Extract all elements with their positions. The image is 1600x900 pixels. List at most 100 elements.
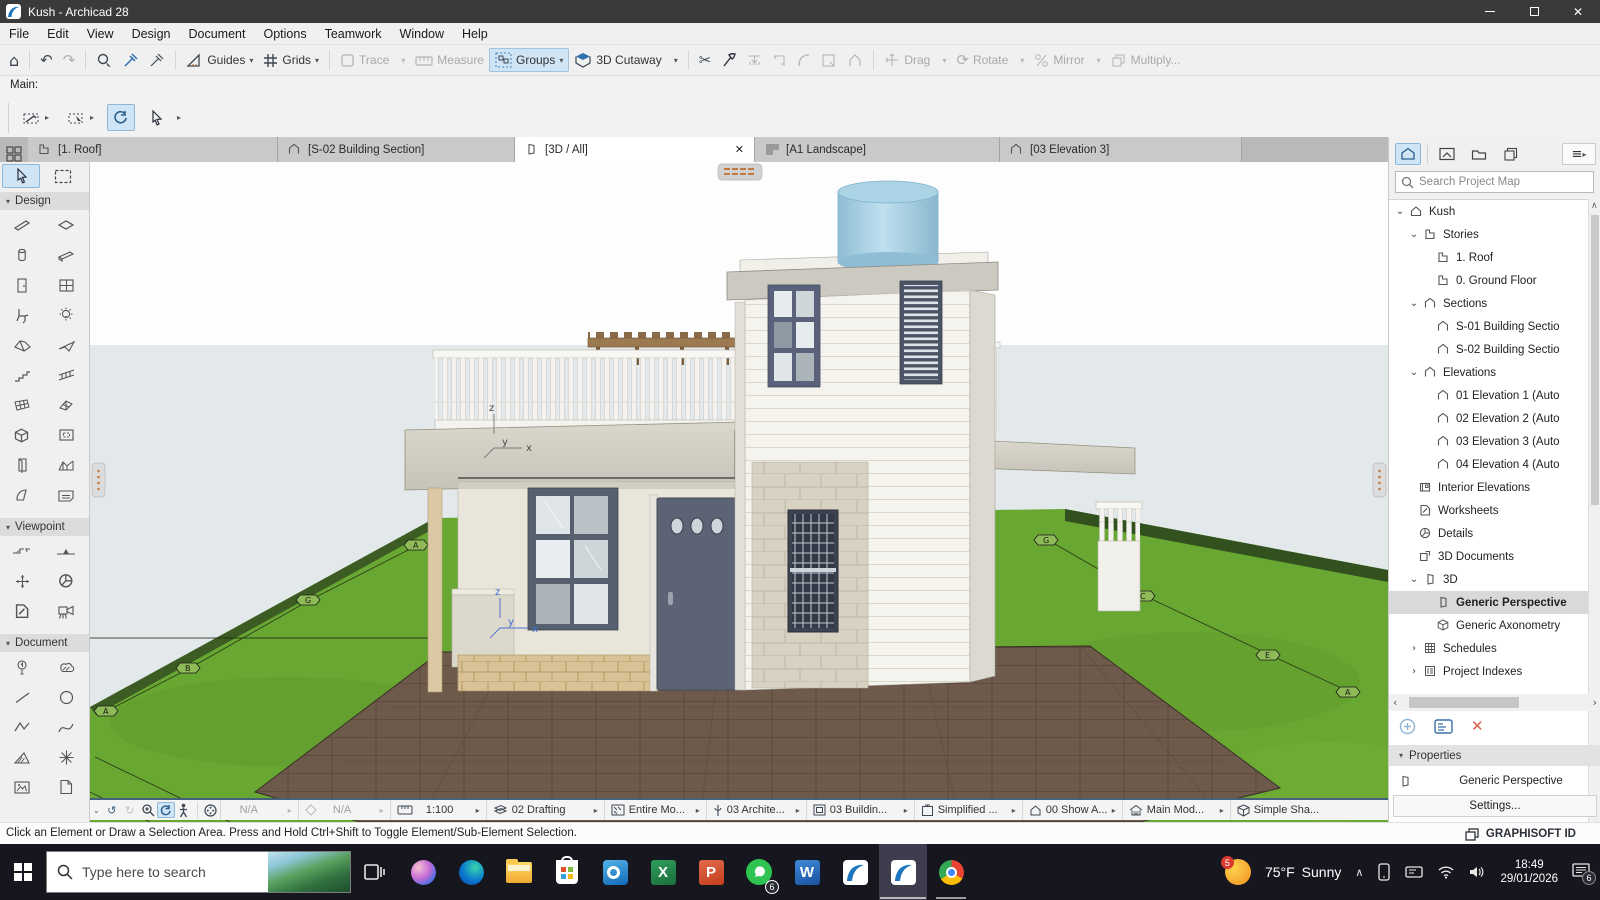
dimension-tool[interactable] bbox=[0, 652, 44, 682]
left-collapse-handle[interactable] bbox=[92, 463, 105, 497]
menu-options[interactable]: Options bbox=[254, 27, 315, 41]
view-map-button[interactable] bbox=[1434, 143, 1460, 165]
tree-item-stories[interactable]: ⌄Stories bbox=[1389, 223, 1589, 246]
search-highlight-image[interactable] bbox=[268, 852, 350, 893]
graphic-override-chip[interactable]: 03 Archite...▸ bbox=[706, 800, 806, 820]
zoom-forward-icon[interactable]: ↻ bbox=[121, 802, 139, 818]
slab-tool[interactable] bbox=[44, 210, 88, 240]
volume-icon[interactable] bbox=[1469, 865, 1486, 879]
settings-button[interactable]: Settings... bbox=[1393, 795, 1597, 817]
detail-tool[interactable] bbox=[44, 566, 88, 596]
tree-item-3d[interactable]: ⌄3D bbox=[1389, 568, 1589, 591]
drag-button[interactable]: Drag▾ bbox=[879, 49, 951, 71]
archicad-active-icon[interactable] bbox=[879, 844, 927, 900]
menu-help[interactable]: Help bbox=[453, 27, 497, 41]
tree-item-elev4[interactable]: 04 Elevation 4 (Auto bbox=[1389, 453, 1589, 476]
tree-item-elev2[interactable]: 02 Elevation 2 (Auto bbox=[1389, 407, 1589, 430]
copilot-icon[interactable] bbox=[399, 844, 447, 900]
resize-button[interactable] bbox=[816, 50, 842, 71]
menu-document[interactable]: Document bbox=[180, 27, 255, 41]
tab-layout[interactable]: [A1 Landscape] bbox=[755, 137, 1000, 162]
shell2-tool[interactable] bbox=[0, 480, 44, 510]
zoom-back-icon[interactable]: ↺ bbox=[103, 802, 121, 818]
trace-button[interactable]: Trace▾ bbox=[335, 50, 410, 71]
walk-mode-icon[interactable] bbox=[175, 802, 193, 818]
split-button[interactable]: ✂ bbox=[694, 48, 717, 72]
orbit-button[interactable] bbox=[107, 104, 135, 131]
tree-item-s02[interactable]: S-02 Building Sectio bbox=[1389, 338, 1589, 361]
tree-item-elevations[interactable]: ⌄Elevations bbox=[1389, 361, 1589, 384]
search-input[interactable] bbox=[1419, 176, 1579, 188]
tab-section[interactable]: [S-02 Building Section] bbox=[278, 137, 515, 162]
chrome-icon[interactable] bbox=[927, 844, 975, 900]
tree-item-3d-documents[interactable]: 3D Documents bbox=[1389, 545, 1589, 568]
start-button[interactable] bbox=[0, 844, 46, 900]
dimensions-chip[interactable]: Simplified ...▸ bbox=[914, 800, 1022, 820]
interior-elevation-tool[interactable] bbox=[0, 566, 44, 596]
grids-button[interactable]: Grids▾ bbox=[258, 50, 324, 71]
arrow-select-button[interactable] bbox=[2, 164, 40, 188]
tab-elevation[interactable]: [03 Elevation 3] bbox=[1000, 137, 1242, 162]
project-map-search[interactable] bbox=[1395, 171, 1594, 193]
home-button[interactable]: ⌂ bbox=[4, 48, 24, 73]
wall-tool[interactable] bbox=[0, 210, 44, 240]
menu-file[interactable]: File bbox=[0, 27, 38, 41]
tree-item-elev3[interactable]: 03 Elevation 3 (Auto bbox=[1389, 430, 1589, 453]
view-settings-icon[interactable] bbox=[1434, 719, 1453, 734]
curtain-wall-tool[interactable] bbox=[0, 390, 44, 420]
hatch-tool[interactable] bbox=[0, 742, 44, 772]
navigator-menu-button[interactable]: ≡▸ bbox=[1562, 143, 1596, 165]
canvas-top-handle[interactable] bbox=[718, 164, 762, 180]
window-tool[interactable] bbox=[44, 270, 88, 300]
tree-item-project-indexes[interactable]: ›Project Indexes bbox=[1389, 660, 1589, 683]
close-button[interactable]: ✕ bbox=[1556, 0, 1600, 23]
groups-button[interactable]: Groups▾ bbox=[489, 48, 569, 72]
multiply-button[interactable]: Multiply... bbox=[1106, 50, 1186, 71]
elevation-tool[interactable] bbox=[44, 536, 88, 566]
undo-button[interactable]: ↶ bbox=[35, 48, 58, 72]
column-tool[interactable] bbox=[0, 240, 44, 270]
publisher-button[interactable] bbox=[1498, 143, 1524, 165]
redo-button[interactable]: ↷ bbox=[58, 48, 81, 72]
mesh-tool[interactable] bbox=[44, 450, 88, 480]
powerpoint-icon[interactable]: P bbox=[687, 844, 735, 900]
railing-tool[interactable] bbox=[44, 360, 88, 390]
guides-button[interactable]: Guides▾ bbox=[181, 50, 258, 71]
weather-widget[interactable]: 5 bbox=[1225, 859, 1251, 885]
tree-item-s01[interactable]: S-01 Building Sectio bbox=[1389, 315, 1589, 338]
tree-item-roof[interactable]: 1. Roof bbox=[1389, 246, 1589, 269]
section-tool[interactable] bbox=[0, 536, 44, 566]
tree-item-ground-floor[interactable]: 0. Ground Floor bbox=[1389, 269, 1589, 292]
properties-header[interactable]: ▾Properties bbox=[1389, 745, 1600, 766]
quad-view-button[interactable] bbox=[0, 146, 28, 162]
tree-item-sections[interactable]: ⌄Sections bbox=[1389, 292, 1589, 315]
beam-tool[interactable] bbox=[44, 240, 88, 270]
taskbar-search-input[interactable] bbox=[82, 864, 252, 880]
transfer-parameters-button[interactable] bbox=[144, 49, 170, 71]
taskbar-clock[interactable]: 18:49 29/01/2026 bbox=[1500, 858, 1558, 887]
worksheet-tool[interactable] bbox=[0, 596, 44, 626]
penset-chip[interactable]: Entire Mo...▸ bbox=[604, 800, 706, 820]
fillet-button[interactable] bbox=[792, 50, 816, 71]
select-area-button[interactable]: ▸ bbox=[62, 104, 99, 131]
elevation-edit-button[interactable] bbox=[842, 50, 868, 71]
close-tab-icon[interactable]: ✕ bbox=[735, 143, 744, 156]
edge-icon[interactable] bbox=[447, 844, 495, 900]
marquee-button[interactable] bbox=[44, 164, 82, 188]
notification-center[interactable]: 6 bbox=[1572, 862, 1590, 883]
tray-device-icon[interactable] bbox=[1405, 865, 1423, 879]
lamp-tool[interactable] bbox=[44, 300, 88, 330]
viewpoint-section-header[interactable]: ▾Viewpoint bbox=[0, 518, 89, 536]
tree-item-interior-elevations[interactable]: Interior Elevations bbox=[1389, 476, 1589, 499]
minimize-button[interactable] bbox=[1468, 0, 1512, 23]
project-map-button[interactable] bbox=[1395, 143, 1421, 165]
align-button[interactable] bbox=[742, 50, 767, 71]
task-view-button[interactable] bbox=[351, 844, 399, 900]
scale-chip[interactable]: 1:100▸ bbox=[390, 800, 486, 820]
figure-tool[interactable] bbox=[0, 772, 44, 802]
tray-expand-icon[interactable]: ∧ bbox=[1355, 866, 1363, 879]
explore-icon[interactable] bbox=[202, 802, 220, 818]
microsoft-store-icon[interactable] bbox=[543, 844, 591, 900]
whatsapp-icon[interactable]: 6 bbox=[735, 844, 783, 900]
hotspot-tool[interactable] bbox=[44, 742, 88, 772]
